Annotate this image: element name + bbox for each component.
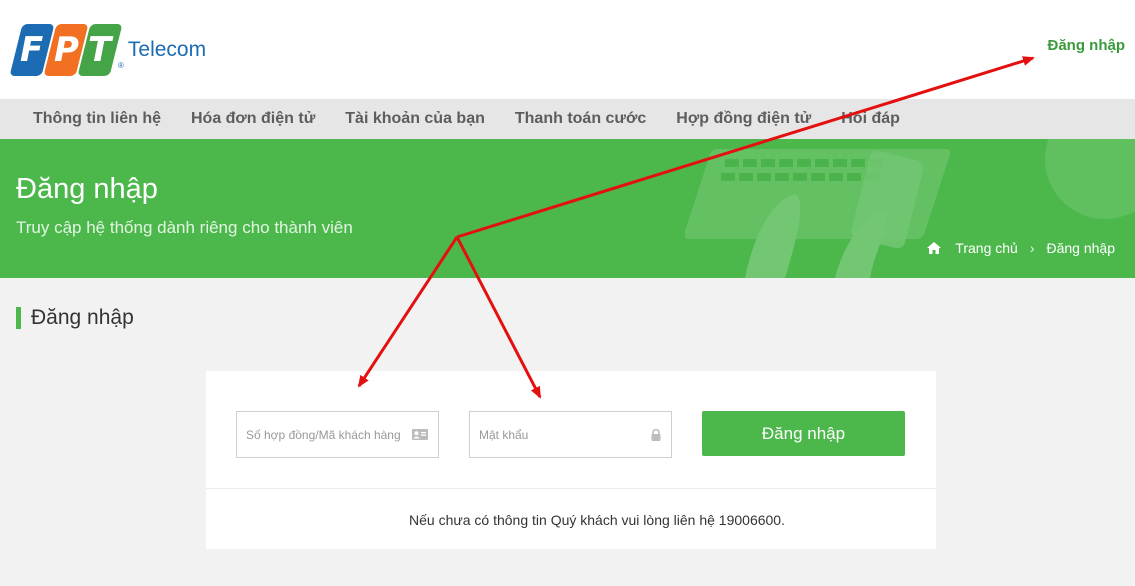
nav-item-your-account[interactable]: Tài khoản của bạn	[330, 110, 500, 128]
breadcrumb-separator: ›	[1029, 240, 1035, 256]
breadcrumb-current: Đăng nhập	[1046, 240, 1115, 256]
site-header: F P T ® Telecom Đăng nhập	[0, 0, 1135, 99]
section-accent-bar	[16, 307, 21, 329]
nav-item-faq[interactable]: Hỏi đáp	[826, 110, 915, 128]
logo-letters: F P T	[9, 24, 123, 76]
login-panel: Đăng nhập Nếu chưa có thông tin Quý khác…	[206, 371, 936, 549]
header-login-link[interactable]: Đăng nhập	[1048, 37, 1126, 54]
nav-item-contact-info[interactable]: Thông tin liên hệ	[18, 110, 176, 128]
section-heading: Đăng nhập	[16, 306, 134, 330]
banner-background-image	[685, 139, 1135, 278]
username-input[interactable]	[237, 412, 407, 457]
panel-divider	[206, 488, 936, 489]
password-field	[469, 411, 672, 458]
nav-item-e-invoice[interactable]: Hóa đơn điện tử	[176, 110, 330, 128]
username-field	[236, 411, 439, 458]
home-icon	[927, 242, 942, 254]
contact-note: Nếu chưa có thông tin Quý khách vui lòng…	[409, 512, 785, 528]
logo-registered-mark: ®	[118, 61, 124, 70]
nav-item-e-contract[interactable]: Hợp đồng điện tử	[661, 110, 826, 128]
login-submit-button[interactable]: Đăng nhập	[702, 411, 905, 456]
banner-subtitle: Truy cập hệ thống dành riêng cho thành v…	[16, 218, 353, 237]
banner-title: Đăng nhập	[16, 173, 158, 205]
id-card-icon	[412, 429, 428, 440]
section-title: Đăng nhập	[31, 306, 134, 329]
nav-item-payment[interactable]: Thanh toán cước	[500, 110, 661, 128]
password-input[interactable]	[470, 412, 640, 457]
breadcrumb: Trang chủ › Đăng nhập	[927, 240, 1115, 256]
fpt-telecom-logo[interactable]: F P T ® Telecom	[9, 24, 207, 76]
lock-icon	[651, 429, 661, 441]
logo-text: Telecom	[127, 38, 207, 61]
main-nav: Thông tin liên hệ Hóa đơn điện tử Tài kh…	[0, 99, 1135, 139]
page-banner: Đăng nhập Truy cập hệ thống dành riêng c…	[0, 139, 1135, 278]
breadcrumb-home-link[interactable]: Trang chủ	[955, 240, 1018, 256]
